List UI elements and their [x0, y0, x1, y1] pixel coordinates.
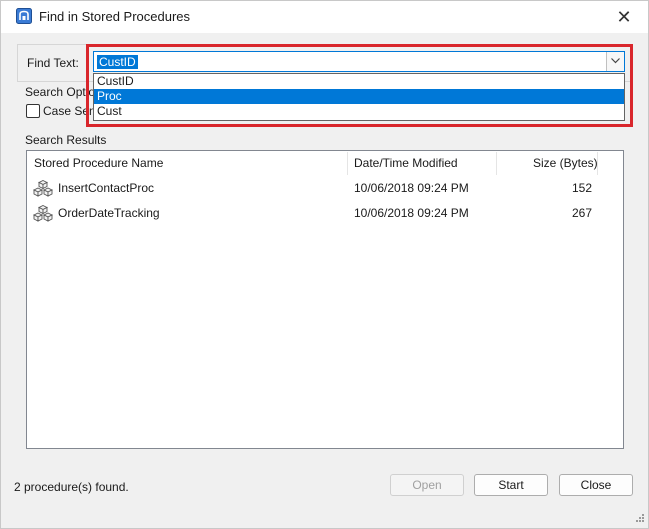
close-button[interactable]: Close — [559, 474, 633, 496]
stored-procedure-icon — [32, 204, 54, 224]
combo-dropdown-button[interactable] — [606, 52, 624, 71]
procedure-size: 267 — [572, 206, 593, 220]
find-text-combobox[interactable]: CustID — [93, 51, 625, 72]
column-separator[interactable] — [347, 152, 348, 175]
column-separator[interactable] — [496, 152, 497, 175]
column-separator[interactable] — [597, 152, 598, 175]
dropdown-option-custid[interactable]: CustID — [94, 74, 624, 89]
procedure-name: InsertContactProc — [58, 181, 155, 195]
find-text-value[interactable]: CustID — [97, 55, 138, 69]
close-window-icon[interactable]: ✕ — [613, 6, 635, 28]
window-title: Find in Stored Procedures — [39, 9, 191, 24]
procedure-name: OrderDateTracking — [58, 206, 160, 220]
search-results-list[interactable]: Stored Procedure Name Date/Time Modified… — [26, 150, 624, 449]
search-results-label: Search Results — [25, 133, 107, 147]
procedure-size: 152 — [572, 181, 593, 195]
table-row[interactable]: OrderDateTracking 10/06/2018 09:24 PM 26… — [27, 201, 623, 226]
procedure-modified: 10/06/2018 09:24 PM — [354, 206, 469, 220]
chevron-down-icon — [611, 58, 620, 64]
title-bar: Find in Stored Procedures ✕ — [1, 1, 648, 33]
resize-grip-icon[interactable] — [633, 513, 645, 525]
column-header-size[interactable]: Size (Bytes) — [533, 151, 598, 176]
dialog-window: Find in Stored Procedures ✕ Find Text: C… — [0, 0, 649, 529]
find-text-label: Find Text: — [27, 56, 79, 70]
column-header-name[interactable]: Stored Procedure Name — [34, 151, 164, 176]
dropdown-option-cust[interactable]: Cust — [94, 104, 624, 119]
find-text-dropdown-list: CustID Proc Cust — [93, 73, 625, 121]
procedure-modified: 10/06/2018 09:24 PM — [354, 181, 469, 195]
search-options-label: Search Optio — [25, 85, 96, 99]
case-sensitive-checkbox[interactable] — [26, 104, 40, 118]
dropdown-option-proc[interactable]: Proc — [94, 89, 624, 104]
status-text: 2 procedure(s) found. — [14, 480, 129, 494]
start-button[interactable]: Start — [474, 474, 548, 496]
stored-procedure-icon — [32, 179, 54, 199]
app-icon — [16, 8, 32, 24]
table-row[interactable]: InsertContactProc 10/06/2018 09:24 PM 15… — [27, 176, 623, 201]
open-button[interactable]: Open — [390, 474, 464, 496]
column-header-modified[interactable]: Date/Time Modified — [354, 151, 458, 176]
